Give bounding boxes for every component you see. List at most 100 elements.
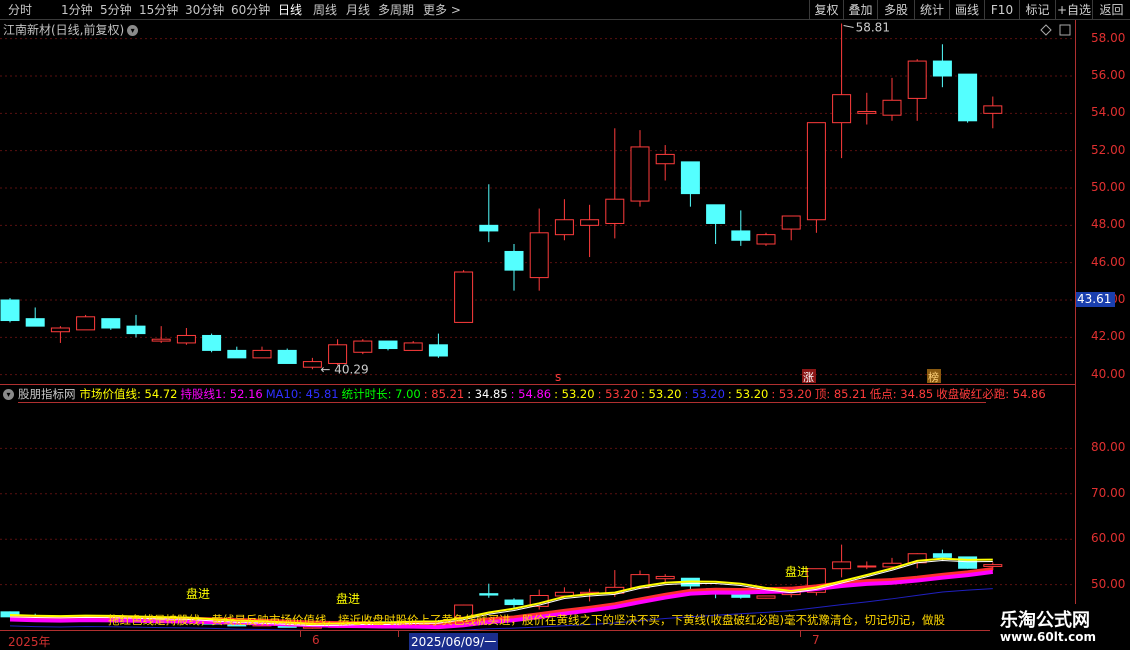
candle[interactable] (302, 357, 322, 370)
candle-body (277, 349, 297, 364)
indicator-value-15: 收盘破红必跑: 54.86 (936, 387, 1046, 401)
toolbar-button-7[interactable]: +自选 (1055, 0, 1092, 20)
indicator-value-6: : 54.86 (510, 387, 552, 401)
period-tab-10[interactable]: 更多 > (423, 2, 461, 18)
period-tab-0[interactable]: 分时 (8, 2, 32, 18)
indicator-axis-label: 80.00 (1091, 440, 1126, 455)
square-icon (1059, 24, 1071, 36)
candle[interactable] (554, 199, 574, 241)
candle[interactable] (907, 59, 927, 121)
period-tab-1[interactable]: 1分钟 (61, 2, 93, 18)
period-tab-4[interactable]: 30分钟 (185, 2, 224, 18)
candle[interactable] (227, 346, 247, 359)
kline-chart[interactable]: 58.81 ← 40.29 s 涨 榜 (0, 20, 1075, 384)
candle[interactable] (806, 122, 826, 233)
indicator-value-7: : 53.20 (554, 387, 595, 401)
selected-date-label: 2025/06/09/一 (409, 633, 499, 650)
toolbar-button-4[interactable]: 画线 (949, 0, 984, 20)
candle-body (554, 219, 574, 236)
price-axis-label: 40.00 (1091, 366, 1126, 381)
indicator-legend[interactable]: ▾ 股朋指标网 市场价值线: 54.72 持股线1: 52.16 MA10: 45.81… (3, 386, 1073, 402)
candle[interactable] (151, 326, 171, 343)
candle[interactable] (832, 23, 852, 159)
price-axis-label: 46.00 (1091, 254, 1126, 269)
period-tab-6[interactable]: 日线 (278, 2, 302, 18)
period-tab-7[interactable]: 周线 (313, 2, 337, 18)
period-tab-5[interactable]: 60分钟 (231, 2, 270, 18)
period-tab-8[interactable]: 月线 (346, 2, 370, 18)
candle[interactable] (252, 346, 272, 359)
candle[interactable] (353, 339, 373, 355)
candle[interactable] (983, 96, 1003, 129)
period-tab-2[interactable]: 5分钟 (100, 2, 132, 18)
toolbar-button-8[interactable]: 返回 (1092, 0, 1130, 20)
candle[interactable] (605, 128, 625, 239)
candle-body (302, 361, 322, 368)
toolbar-button-0[interactable]: 复权 (809, 0, 843, 20)
candle[interactable] (378, 340, 398, 351)
candle[interactable] (731, 210, 751, 246)
buy-signal-label: 盘进 (336, 591, 360, 606)
diamond-icon (1040, 24, 1052, 36)
candle[interactable] (50, 326, 70, 343)
candle-body (932, 60, 952, 77)
indicator-name[interactable]: 股朋指标网 (18, 387, 76, 401)
candle[interactable] (706, 204, 726, 244)
candle[interactable] (202, 333, 222, 353)
indicator-value-11: : 53.20 (727, 387, 769, 401)
price-axis-label: 52.00 (1091, 142, 1126, 157)
indicator-value-12: : 53.20 (771, 387, 812, 401)
candle[interactable] (857, 92, 877, 125)
candle[interactable] (403, 341, 423, 351)
candle-body (983, 105, 1003, 114)
candle-body (882, 99, 902, 116)
candle[interactable] (454, 270, 474, 323)
toolbar-button-5[interactable]: F10 (984, 0, 1019, 20)
indicator-values: 市场价值线: 54.72 持股线1: 52.16 MA10: 45.81 统计时长: … (80, 387, 1049, 401)
period-tab-3[interactable]: 15分钟 (139, 2, 178, 18)
candle-body (832, 94, 852, 124)
candle[interactable] (781, 215, 801, 241)
period-tab-9[interactable]: 多周期 (378, 2, 414, 18)
candle[interactable] (756, 232, 776, 246)
candle[interactable] (680, 161, 700, 207)
candle[interactable] (176, 328, 196, 345)
candle[interactable] (932, 44, 952, 88)
candle[interactable] (504, 244, 524, 291)
candle[interactable] (101, 318, 121, 330)
toolbar-button-3[interactable]: 统计 (914, 0, 949, 20)
high-pointer (843, 25, 854, 29)
candle-body (454, 271, 474, 323)
candle[interactable] (76, 314, 96, 331)
candle-body (252, 349, 272, 359)
candle[interactable] (126, 314, 146, 338)
indicator-value-8: : 53.20 (597, 387, 639, 401)
formula-description-ticker: 拖红色线是持股线，黄线是反映市场价值线，接近收盘时股价上了黄色线就买进，股价在黄… (108, 613, 945, 627)
candle[interactable] (25, 307, 45, 327)
signal-marker-bang: 榜 (928, 370, 939, 384)
indicator-value-10: : 53.20 (684, 387, 725, 401)
toolbar-button-6[interactable]: 标记 (1019, 0, 1055, 20)
candle[interactable] (958, 73, 978, 123)
candle[interactable] (882, 77, 902, 121)
candle[interactable] (529, 208, 549, 291)
candle[interactable] (580, 204, 600, 258)
candle[interactable] (277, 348, 297, 364)
price-axis-label: 58.00 (1091, 30, 1126, 45)
toolbar-button-2[interactable]: 多股 (877, 0, 914, 20)
candle-body (907, 60, 927, 99)
indicator-value-2: MA10: 45.81 (265, 387, 339, 401)
low-price-label: ← 40.29 (320, 362, 368, 376)
candle[interactable] (428, 333, 448, 358)
candle[interactable] (0, 298, 20, 323)
candle-body (504, 250, 524, 271)
candle-body (479, 224, 499, 232)
date-tick (800, 631, 801, 637)
buy-signal-label: 盘进 (186, 586, 210, 601)
candle[interactable] (630, 130, 650, 207)
indicator-chart[interactable]: 盘进 盘进盘进 (0, 403, 1075, 630)
toolbar-button-1[interactable]: 叠加 (843, 0, 877, 20)
candle-body (403, 342, 423, 351)
indicator-menu-icon[interactable]: ▾ (3, 389, 14, 400)
candle[interactable] (479, 184, 499, 243)
